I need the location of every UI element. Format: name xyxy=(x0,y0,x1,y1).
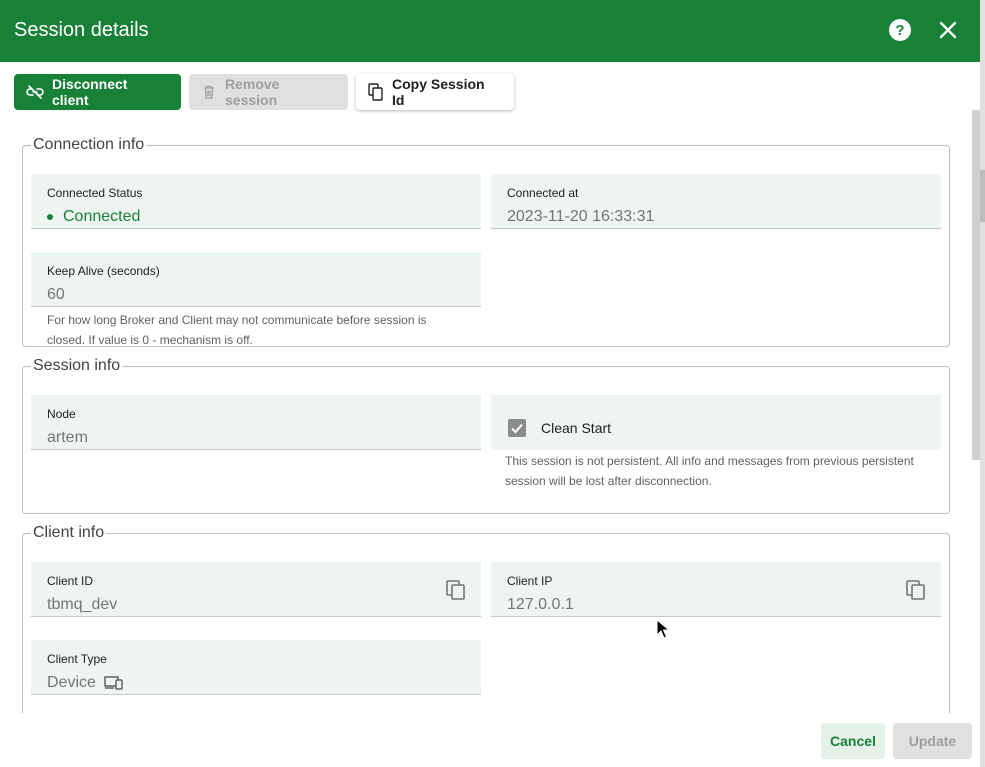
keep-alive-hint: For how long Broker and Client may not c… xyxy=(47,313,427,347)
client-ip-field: Client IP 127.0.0.1 xyxy=(491,562,941,617)
dialog-title: Session details xyxy=(14,19,149,41)
connected-status-text: Connected xyxy=(63,208,141,225)
dialog-footer: Cancel Update xyxy=(0,713,980,767)
devices-icon xyxy=(104,676,123,690)
client-info-legend: Client info xyxy=(33,524,105,541)
disconnect-client-button[interactable]: Disconnect client xyxy=(14,74,181,110)
copy-session-id-label: Copy Session Id xyxy=(392,76,485,108)
node-field: Node artem xyxy=(31,395,481,450)
remove-session-button[interactable]: Remove session xyxy=(189,74,348,110)
link-off-icon xyxy=(26,85,44,99)
client-type-label: Client Type xyxy=(47,652,107,666)
client-ip-value: 127.0.0.1 xyxy=(507,596,574,613)
node-label: Node xyxy=(47,407,76,421)
mouse-cursor-icon xyxy=(656,619,670,639)
connection-info-section: Connection info Connected Status Connect… xyxy=(22,136,950,347)
clean-start-field: Clean Start xyxy=(491,395,941,450)
client-type-text: Device xyxy=(47,674,96,691)
client-info-section: Client info Client ID tbmq_dev Client IP… xyxy=(22,524,950,724)
connected-status-field: Connected Status Connected xyxy=(31,174,481,229)
update-button[interactable]: Update xyxy=(893,723,972,759)
connected-at-field: Connected at 2023-11-20 16:33:31 xyxy=(491,174,941,229)
keep-alive-field: Keep Alive (seconds) 60 xyxy=(31,252,481,307)
client-type-field: Client Type Device xyxy=(31,640,481,695)
client-id-field: Client ID tbmq_dev xyxy=(31,562,481,617)
clean-start-checkbox[interactable] xyxy=(508,419,526,437)
node-value: artem xyxy=(47,429,88,446)
trash-icon xyxy=(204,85,214,99)
connection-info-legend: Connection info xyxy=(33,136,145,153)
content-scrollbar[interactable] xyxy=(972,110,980,460)
session-details-dialog: Session details ? Disconnect client Remo… xyxy=(0,0,985,767)
session-info-section: Session info Node artem Clean Start This… xyxy=(22,357,950,514)
disconnect-client-label: Disconnect client xyxy=(52,76,128,108)
connected-status-label: Connected Status xyxy=(47,186,143,200)
client-id-label: Client ID xyxy=(47,574,94,588)
client-ip-label: Client IP xyxy=(507,574,553,588)
status-dot-icon xyxy=(47,214,53,220)
remove-session-label: Remove session xyxy=(225,76,280,108)
action-toolbar: Disconnect client Remove session Copy Se… xyxy=(14,74,514,110)
copy-icon xyxy=(368,83,383,101)
copy-client-ip-icon[interactable] xyxy=(905,579,927,601)
cancel-button[interactable]: Cancel xyxy=(821,723,885,759)
clean-start-label: Clean Start xyxy=(541,420,612,436)
close-icon[interactable] xyxy=(938,20,958,40)
keep-alive-label: Keep Alive (seconds) xyxy=(47,264,160,278)
help-icon[interactable]: ? xyxy=(889,19,911,41)
clean-start-hint: This session is not persistent. All info… xyxy=(505,454,914,488)
copy-client-id-icon[interactable] xyxy=(445,579,467,601)
connected-status-value: Connected xyxy=(47,208,140,226)
dialog-header: Session details ? xyxy=(0,0,980,62)
background-edge xyxy=(980,0,985,767)
check-icon xyxy=(511,423,523,434)
client-id-value: tbmq_dev xyxy=(47,596,118,613)
keep-alive-value: 60 xyxy=(47,286,65,303)
client-type-value: Device xyxy=(47,674,124,692)
connected-at-value: 2023-11-20 16:33:31 xyxy=(507,208,655,225)
session-info-legend: Session info xyxy=(33,357,121,374)
copy-session-id-button[interactable]: Copy Session Id xyxy=(356,74,514,110)
connected-at-label: Connected at xyxy=(507,186,579,200)
